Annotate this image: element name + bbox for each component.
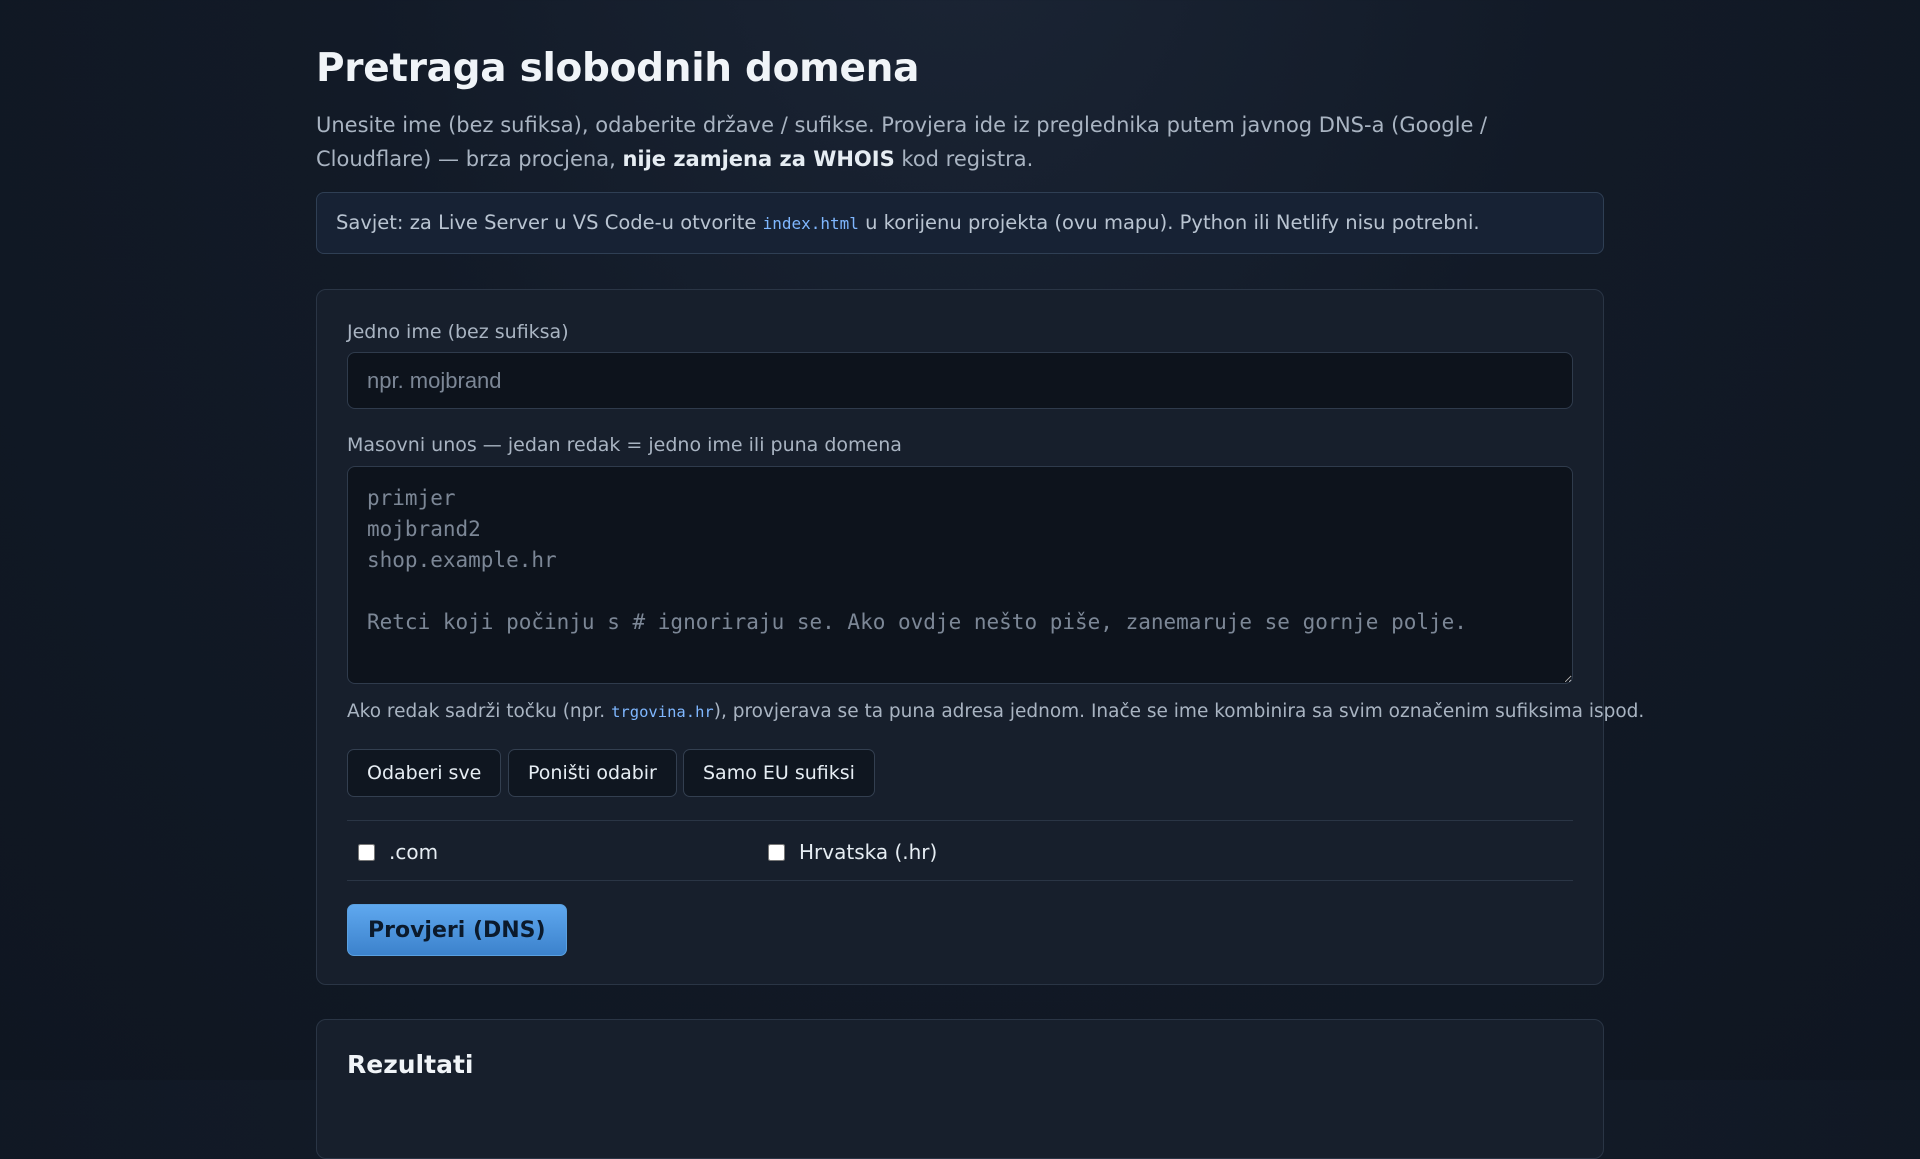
results-card: Rezultati bbox=[316, 1019, 1604, 1159]
suffix-top-divider bbox=[347, 820, 1573, 821]
tip-text-before: Savjet: za Live Server u VS Code-u otvor… bbox=[336, 211, 763, 234]
hint-text-before: Ako redak sadrži točku (npr. bbox=[347, 701, 612, 722]
bulk-input-hint: Ako redak sadrži točku (npr. trgovina.hr… bbox=[347, 701, 1644, 722]
suffix-option-com[interactable]: .com bbox=[358, 840, 438, 864]
bulk-input-label: Masovni unos — jedan redak = jedno ime i… bbox=[347, 434, 902, 456]
suffix-bottom-divider bbox=[347, 880, 1573, 881]
page-description: Unesite ime (bez sufiksa), odaberite drž… bbox=[316, 108, 1604, 176]
hint-code: trgovina.hr bbox=[611, 703, 714, 721]
eu-only-button[interactable]: Samo EU sufiksi bbox=[683, 749, 875, 797]
tip-banner: Savjet: za Live Server u VS Code-u otvor… bbox=[316, 192, 1604, 254]
suffix-checkbox-com[interactable] bbox=[358, 843, 375, 861]
tip-code: index.html bbox=[762, 214, 859, 233]
description-emphasis: nije zamjena za WHOIS bbox=[622, 147, 895, 171]
check-dns-button[interactable]: Provjeri (DNS) bbox=[347, 904, 567, 956]
results-title: Rezultati bbox=[347, 1050, 474, 1079]
single-name-label: Jedno ime (bez sufiksa) bbox=[347, 321, 569, 343]
search-form-card: Jedno ime (bez sufiksa) Masovni unos — j… bbox=[316, 289, 1644, 985]
single-name-input[interactable] bbox=[347, 352, 1573, 409]
page-title: Pretraga slobodnih domena bbox=[316, 46, 920, 91]
tip-text-after: u korijenu projekta (ovu mapu). Python i… bbox=[858, 211, 1480, 234]
suffix-checkbox-hr[interactable] bbox=[768, 843, 785, 861]
select-all-button[interactable]: Odaberi sve bbox=[347, 749, 502, 797]
suffix-option-hr[interactable]: Hrvatska (.hr) bbox=[768, 840, 937, 864]
deselect-all-button[interactable]: Poništi odabir bbox=[508, 749, 677, 797]
bulk-input-textarea[interactable] bbox=[347, 466, 1573, 684]
hint-text-after: ), provjerava se ta puna adresa jednom. … bbox=[713, 701, 1645, 722]
description-text-2: kod registra. bbox=[894, 147, 1034, 171]
suffix-label-hr: Hrvatska (.hr) bbox=[799, 840, 938, 864]
suffix-label-com: .com bbox=[389, 840, 439, 864]
